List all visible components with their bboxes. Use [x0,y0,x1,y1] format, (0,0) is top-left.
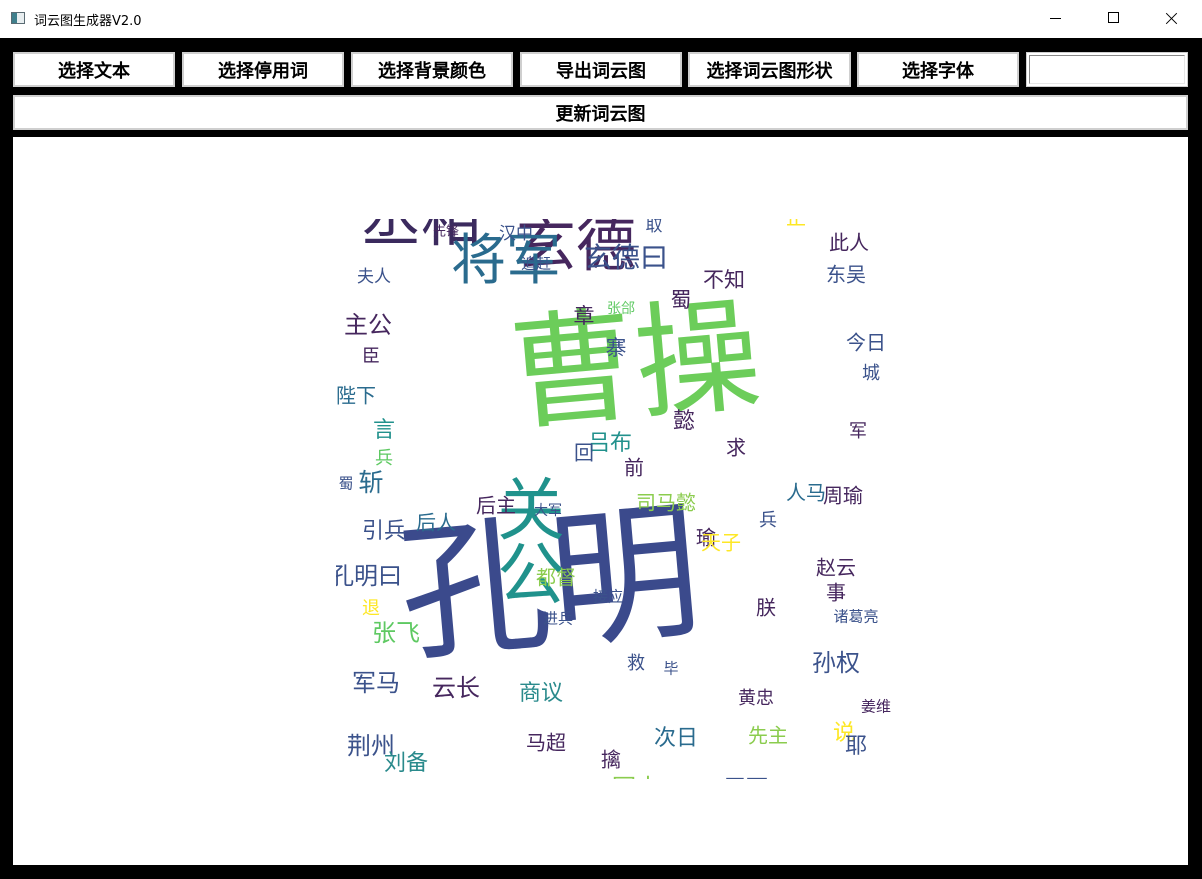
wordcloud-word: 商议 [519,681,563,706]
wordcloud-word: 汉中 [499,224,533,244]
wordcloud-word: 寨 [606,336,627,360]
select-stopwords-button[interactable]: 选择停用词 [182,52,344,87]
wordcloud-word: 云长 [432,674,480,702]
wordcloud-word: 取 [646,219,663,236]
select-font-button[interactable]: 选择字体 [857,52,1019,87]
wordcloud-word: 斩 [358,468,383,497]
wordcloud-word: 人马 [786,481,826,505]
wordcloud-word: 城 [862,363,880,384]
wordcloud-word: 军 [849,421,867,442]
wordcloud-word: 军士 [612,774,660,779]
wordcloud-word: 回 [574,441,594,465]
select-text-button[interactable]: 选择文本 [13,52,175,87]
wordcloud-word: 都督 [536,566,576,590]
wordcloud-word: 夫人 [357,267,391,287]
wordcloud-word: 前 [624,456,644,480]
wordcloud-word: 退 [362,598,380,619]
wordcloud-word: 毕 [663,660,678,678]
wordcloud-word: 正 [786,219,806,230]
wordcloud-word: 蜀 [338,475,353,493]
wordcloud-word: 张飞 [372,619,420,647]
wordcloud-word: 周瑜 [823,484,863,508]
wordcloud-word: 救 [627,653,645,674]
wordcloud-word: 追赶 [521,255,551,273]
wordcloud-word: 兵 [375,448,393,469]
maximize-button[interactable] [1084,0,1142,38]
wordcloud-word: 求 [726,436,746,460]
wordcloud-image: 孔明曹操关公玄德丞相将军令魏延众将袁绍城中守玄德曰此人东吴夫人主公取先锋追赶汉中… [336,219,896,779]
wordcloud-word: 吕布 [588,431,632,456]
wordcloud-word: 耶 [845,734,867,759]
wordcloud-word: 进兵 [543,610,573,628]
wordcloud-word: 大军 [534,503,562,519]
wordcloud-word: 先锋 [433,225,459,240]
wordcloud-word: 引兵 [362,519,406,544]
wordcloud-word: 后主 [476,494,516,518]
title-bar: 词云图生成器V2.0 [0,0,1202,38]
wordcloud-word: 军马 [352,669,400,697]
wordcloud-word: 陛下 [336,384,376,408]
wordcloud-word: 诸葛亮 [833,608,878,626]
wordcloud-word: 姜维 [861,698,891,716]
wordcloud-word: 司马懿 [636,491,696,515]
wordcloud-word: 次日 [654,726,698,751]
wordcloud-word: 兵 [759,510,777,531]
wordcloud-word: 接应 [593,588,623,606]
wordcloud-word: 曹操 [504,283,766,449]
wordcloud-svg: 孔明曹操关公玄德丞相将军令魏延众将袁绍城中守玄德曰此人东吴夫人主公取先锋追赶汉中… [336,219,891,779]
wordcloud-word: 蜀 [671,288,692,312]
wordcloud-word: 言 [373,418,395,443]
app-icon [11,12,25,24]
font-input[interactable] [1026,52,1188,87]
update-wordcloud-button[interactable]: 更新词云图 [13,95,1188,130]
select-background-color-button[interactable]: 选择背景颜色 [351,52,513,87]
select-shape-button[interactable]: 选择词云图形状 [688,52,851,87]
wordcloud-word: 后人 [416,511,456,535]
wordcloud-word: 黄忠 [738,688,774,709]
wordcloud-canvas: 孔明曹操关公玄德丞相将军令魏延众将袁绍城中守玄德曰此人东吴夫人主公取先锋追赶汉中… [13,137,1188,865]
wordcloud-word: 主公 [344,311,392,339]
wordcloud-word: 事 [826,581,846,605]
wordcloud-word: 马超 [526,731,566,755]
export-wordcloud-button[interactable]: 导出词云图 [520,52,682,87]
wordcloud-word: 朕 [756,596,776,620]
wordcloud-word: 章 [574,304,595,328]
wordcloud-word: 天下 [724,776,768,779]
wordcloud-word: 东吴 [826,263,866,287]
wordcloud-word: 天子 [701,531,741,555]
close-button[interactable] [1142,0,1200,38]
wordcloud-word: 玄德曰 [584,241,668,274]
wordcloud-word: 不知 [703,268,745,292]
wordcloud-word: 懿 [673,409,695,434]
wordcloud-word: 赵云 [816,556,856,580]
wordcloud-word: 臣 [362,346,380,367]
font-input-field[interactable] [1029,55,1185,84]
wordcloud-word: 孙权 [812,649,860,677]
wordcloud-word: 孔明曰 [336,562,402,590]
wordcloud-word: 擒 [601,748,621,772]
wordcloud-word: 今日 [846,331,886,355]
wordcloud-word: 先主 [748,724,788,748]
wordcloud-word: 刘备 [384,751,428,776]
minimize-button[interactable] [1026,0,1084,38]
wordcloud-word: 张郃 [607,301,635,317]
window-title: 词云图生成器V2.0 [34,14,142,29]
wordcloud-word: 此人 [829,231,869,255]
